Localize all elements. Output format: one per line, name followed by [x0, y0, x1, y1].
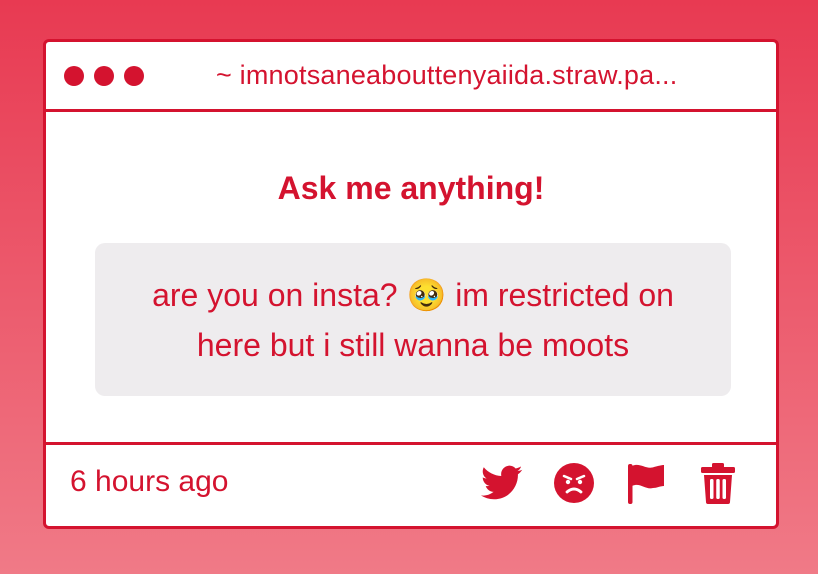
- title-bar: ~ imnotsaneabouttenyaiida.straw.pa...: [46, 42, 776, 112]
- timestamp: 6 hours ago: [70, 465, 229, 498]
- flag-icon: [628, 464, 664, 504]
- question-message: are you on insta? 🥹 im restricted on her…: [152, 276, 674, 363]
- block-user-button[interactable]: [552, 461, 596, 505]
- angry-face-icon: [554, 463, 594, 503]
- window-dot-1: [64, 66, 84, 86]
- question-card-window: ~ imnotsaneabouttenyaiida.straw.pa... As…: [43, 39, 779, 529]
- card-heading: Ask me anything!: [277, 170, 545, 206]
- window-dot-3: [124, 66, 144, 86]
- action-bar: [480, 461, 740, 505]
- url-text: ~ imnotsaneabouttenyaiida.straw.pa...: [216, 60, 678, 90]
- window-dot-2: [94, 66, 114, 86]
- window-controls: [64, 66, 144, 86]
- twitter-icon: [481, 465, 523, 500]
- share-twitter-button[interactable]: [480, 461, 524, 505]
- trash-icon: [701, 463, 735, 504]
- card-footer: 6 hours ago: [46, 442, 776, 526]
- report-button[interactable]: [624, 461, 668, 505]
- question-bubble: are you on insta? 🥹 im restricted on her…: [95, 243, 731, 396]
- delete-button[interactable]: [696, 461, 740, 505]
